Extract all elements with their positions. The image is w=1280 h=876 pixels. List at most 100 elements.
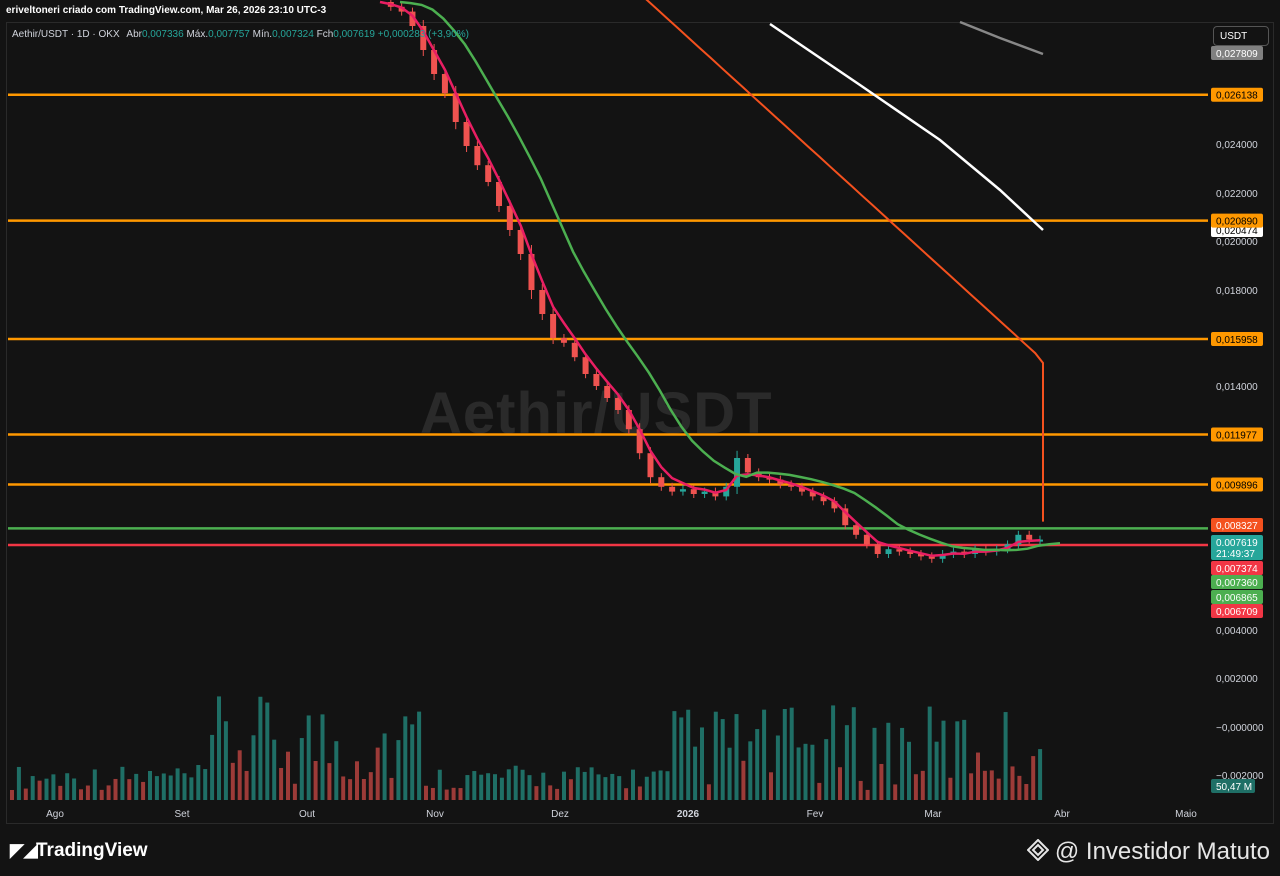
volume-bar [741, 760, 746, 800]
volume-bar [251, 735, 256, 800]
volume-bar [313, 760, 318, 800]
volume-bar [161, 773, 166, 800]
ema-fast-line [379, 0, 1041, 558]
volume-bar [534, 786, 539, 800]
close-label: Fch [316, 29, 334, 40]
volume-bar [803, 743, 808, 800]
level-axis-label: 0,020890 [1216, 217, 1258, 228]
candle-body [615, 398, 622, 410]
y-axis-tick-label: 0,022000 [1216, 189, 1258, 200]
x-axis-tick-label: Dez [551, 809, 569, 820]
change-value: +0,000283 (+3,90%) [377, 29, 469, 40]
volume-bar [796, 747, 801, 800]
volume-bar [886, 722, 891, 800]
volume-bar [375, 747, 380, 800]
volume-bar [934, 741, 939, 800]
volume-bar [969, 773, 974, 800]
currency-selector[interactable]: USDT [1213, 26, 1269, 46]
volume-bar [941, 720, 946, 800]
volume-bar [844, 725, 849, 800]
price-axis-label: 0,006865 [1216, 593, 1258, 604]
volume-bar [58, 785, 63, 800]
volume-bar [582, 771, 587, 800]
volume-bar [1010, 766, 1015, 800]
volume-bar [99, 789, 104, 800]
ema-mid-line [399, 0, 1061, 552]
volume-bar [617, 776, 622, 800]
ohlc-legend: Aethir/USDT · 1D · OKX Abr0,007336 Máx.0… [12, 29, 469, 40]
volume-bar [748, 741, 753, 800]
tradingview-logo-icon: ◤◢ [10, 840, 38, 860]
close-value: 0,007619 [333, 29, 375, 40]
candle-body [669, 486, 676, 492]
volume-bar [513, 765, 518, 800]
volume-bar [23, 788, 28, 800]
volume-bar [210, 734, 215, 800]
x-axis-tick-label: Ago [46, 809, 64, 820]
price-chart[interactable]: 0,024000 0,022000 0,020000 0,018000 0,014000… [0, 0, 1280, 876]
volume-bar [451, 787, 456, 800]
ema-200-line [769, 22, 1044, 231]
volume-bar [327, 763, 332, 800]
volume-bar [720, 719, 725, 800]
candle-body [679, 489, 686, 492]
volume-bar [927, 706, 932, 800]
candle-body [463, 122, 470, 146]
y-axis-tick-label: 0,024000 [1216, 140, 1258, 151]
volume-bar [134, 773, 139, 800]
x-axis-tick-label: 2026 [677, 809, 700, 820]
volume-bar [189, 777, 194, 800]
price-axis-label: 0,006709 [1216, 607, 1258, 618]
high-label: Máx. [186, 29, 209, 40]
candle-body [593, 374, 600, 386]
volume-bar [141, 781, 146, 800]
volume-bar [527, 775, 532, 800]
y-axis-tick-label: 0,020000 [1216, 237, 1258, 248]
volume-bar [817, 782, 822, 800]
price-axis-label: 0,007360 [1216, 578, 1258, 589]
volume-bar [44, 778, 49, 800]
volume-bar [444, 789, 449, 800]
volume-bar [851, 707, 856, 800]
x-axis-tick-label: Set [174, 809, 189, 820]
x-axis-tick-label: Nov [426, 809, 444, 820]
ema-long-line [959, 20, 1044, 56]
volume-bar [493, 774, 497, 800]
volume-axis-label: 50,47 M [1216, 782, 1252, 793]
volume-bar [872, 727, 877, 800]
volume-bar [299, 738, 304, 800]
volume-bar [223, 721, 228, 800]
volume-bar [651, 771, 656, 800]
volume-bar [838, 767, 842, 800]
volume-bar [424, 785, 428, 800]
volume-bar [499, 777, 504, 800]
volume-bar [610, 773, 615, 800]
candle-body [863, 534, 870, 545]
volume-bar [996, 778, 1001, 800]
x-axis-tick-label: Mar [924, 809, 942, 820]
x-axis-tick-label: Fev [807, 809, 824, 820]
volume-bar [1017, 775, 1022, 800]
author-credit: @ Investidor Matuto [1026, 837, 1270, 866]
symbol-title: Aethir/USDT · 1D · OKX [12, 29, 120, 40]
volume-bar [92, 769, 97, 800]
volume-bar [555, 788, 560, 800]
volume-bar [575, 767, 580, 800]
tradingview-logo: ◤◢TradingView [10, 840, 148, 862]
volume-bar [148, 770, 152, 800]
volume-bar [693, 746, 698, 800]
volume-bar [168, 775, 173, 800]
volume-bar [762, 709, 767, 800]
volume-bar [306, 715, 311, 800]
volume-bar [769, 772, 773, 800]
volume-bar [810, 744, 815, 800]
y-axis-tick-label: −0,000000 [1216, 723, 1264, 734]
volume-bar [520, 769, 525, 800]
candle-body [853, 525, 860, 535]
volume-bar [341, 776, 346, 800]
volume-bar [355, 761, 359, 800]
volume-bar [879, 763, 884, 800]
volume-bar [782, 709, 787, 800]
volume-bar [258, 696, 263, 800]
volume-bar [734, 714, 739, 800]
